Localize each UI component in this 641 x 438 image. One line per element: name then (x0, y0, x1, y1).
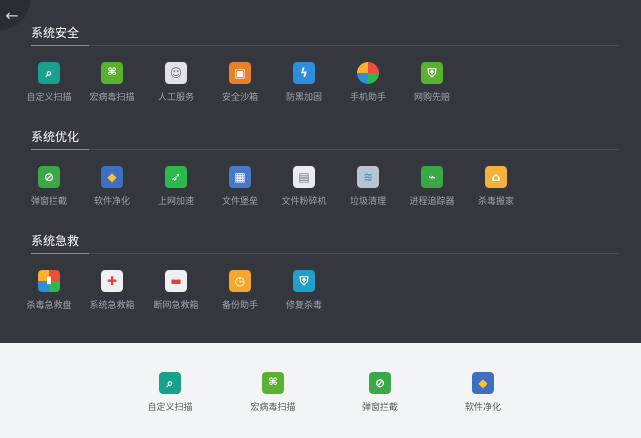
phone-assistant-icon (357, 62, 379, 84)
rocket-icon: ➶ (165, 166, 187, 188)
tool-system-first-aid[interactable]: ✚ 系统急救箱 (77, 270, 147, 320)
tool-repair-antivirus[interactable]: ⛨ 修复杀毒 (269, 270, 339, 320)
section-title: 系统安全 (31, 26, 80, 40)
magnifier-icon: ⌕ (38, 62, 60, 84)
pulse-icon: ⌁ (421, 166, 443, 188)
quick-custom-scan[interactable]: ⌕ 自定义扫描 (135, 372, 205, 422)
tool-file-shredder[interactable]: ▤ 文件粉碎机 (269, 166, 339, 216)
backup-clock-icon: ◷ (229, 270, 251, 292)
tool-shopping-compensation[interactable]: ⛨ 网购先赔 (397, 62, 467, 112)
sandbox-icon: ▣ (229, 62, 251, 84)
tool-security-sandbox[interactable]: ▣ 安全沙箱 (205, 62, 275, 112)
tool-network-rescue[interactable]: ▬ 断网急救箱 (141, 270, 211, 320)
section-title: 系统优化 (31, 130, 80, 144)
popup-block-icon: ⊘ (369, 372, 391, 394)
tool-phone-assistant[interactable]: 手机助手 (333, 62, 403, 112)
tool-antivirus-move[interactable]: ⌂ 杀毒搬家 (461, 166, 531, 216)
macro-virus-icon: ⌘ (262, 372, 284, 394)
popup-block-icon: ⊘ (38, 166, 60, 188)
cleanup-icon: ≋ (357, 166, 379, 188)
magnifier-icon: ⌕ (159, 372, 181, 394)
tool-junk-cleanup[interactable]: ≋ 垃圾清理 (333, 166, 403, 216)
shredder-icon: ▤ (293, 166, 315, 188)
macro-virus-icon: ⌘ (101, 62, 123, 84)
quick-access-bar: ⌕ 自定义扫描 ⌘ 宏病毒扫描 ⊘ 弹窗拦截 ◆ 软件净化 (0, 343, 641, 438)
file-fortress-icon: ▦ (229, 166, 251, 188)
tools-panel: ← 系统安全 ⌕ 自定义扫描 ⌘ 宏病毒扫描 ☺ 人工服务 ▣ 安全沙箱 ϟ 防… (0, 0, 641, 343)
section-divider (31, 45, 619, 46)
layers-icon: ◆ (472, 372, 494, 394)
tool-rescue-disk[interactable]: ▮ 杀毒急救盘 (14, 270, 84, 320)
shopping-shield-icon: ⛨ (421, 62, 443, 84)
tool-macro-virus-scan[interactable]: ⌘ 宏病毒扫描 (77, 62, 147, 112)
tool-anti-hack[interactable]: ϟ 防黑加固 (269, 62, 339, 112)
shield-lightning-icon: ϟ (293, 62, 315, 84)
rescue-disk-icon: ▮ (38, 270, 60, 292)
back-arrow-icon: ← (5, 5, 19, 25)
tool-internet-accelerate[interactable]: ➶ 上网加速 (141, 166, 211, 216)
repair-shield-icon: ⛨ (293, 270, 315, 292)
section-title: 系统急救 (31, 234, 80, 248)
support-person-icon: ☺ (165, 62, 187, 84)
back-button[interactable]: ← (0, 0, 30, 30)
tool-backup-assistant[interactable]: ◷ 备份助手 (205, 270, 275, 320)
tool-file-fortress[interactable]: ▦ 文件堡垒 (205, 166, 275, 216)
first-aid-box-icon: ✚ (101, 270, 123, 292)
quick-macro-virus-scan[interactable]: ⌘ 宏病毒扫描 (238, 372, 308, 422)
section-divider (31, 149, 619, 150)
tool-popup-block[interactable]: ⊘ 弹窗拦截 (14, 166, 84, 216)
tool-process-tracker[interactable]: ⌁ 进程追踪器 (397, 166, 467, 216)
house-icon: ⌂ (485, 166, 507, 188)
tool-custom-scan[interactable]: ⌕ 自定义扫描 (14, 62, 84, 112)
layers-icon: ◆ (101, 166, 123, 188)
network-rescue-icon: ▬ (165, 270, 187, 292)
tool-manual-service[interactable]: ☺ 人工服务 (141, 62, 211, 112)
tool-software-purify[interactable]: ◆ 软件净化 (77, 166, 147, 216)
section-divider (31, 253, 619, 254)
quick-software-purify[interactable]: ◆ 软件净化 (448, 372, 518, 422)
quick-popup-block[interactable]: ⊘ 弹窗拦截 (345, 372, 415, 422)
